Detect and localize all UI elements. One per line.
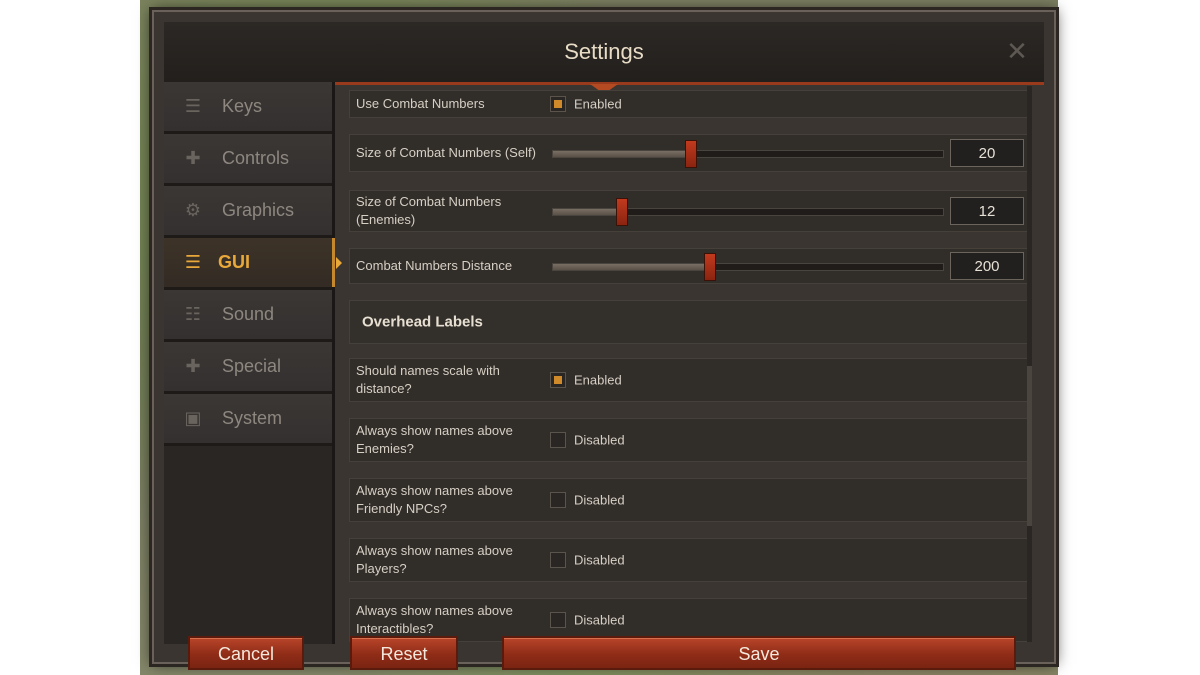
cancel-button[interactable]: Cancel: [188, 636, 304, 670]
slider-fill: [553, 264, 709, 270]
slider-thumb[interactable]: [616, 198, 629, 226]
checkbox-state-label: Enabled: [574, 372, 622, 388]
sidebar-item-label: GUI: [218, 252, 251, 272]
window-title: Settings: [564, 39, 644, 64]
distance-slider[interactable]: [552, 253, 944, 281]
sidebar-item-graphics[interactable]: ⚙ Graphics: [164, 186, 332, 238]
slider-thumb[interactable]: [704, 253, 716, 281]
floppy-icon: ▣: [184, 408, 202, 429]
checkbox-state-label: Disabled: [574, 612, 625, 628]
checkbox-state-label: Disabled: [574, 432, 625, 448]
size-self-row: Size of Combat Numbers (Self) 20: [349, 134, 1029, 172]
sidebar-item-special[interactable]: ✚ Special: [164, 342, 332, 394]
overhead-labels-section: Overhead Labels: [349, 300, 1029, 344]
reset-button[interactable]: Reset: [350, 636, 458, 670]
sidebar-item-label: Special: [222, 356, 282, 376]
size-enemies-slider[interactable]: [552, 198, 944, 226]
size-enemies-row: Size of Combat Numbers (Enemies) 12: [349, 190, 1029, 232]
title-bar: Settings ✕: [164, 22, 1044, 94]
gear-icon: ⚙: [184, 200, 202, 221]
slider-thumb[interactable]: [684, 140, 697, 168]
setting-label: Always show names above Players?: [356, 543, 513, 576]
setting-label: Use Combat Numbers: [356, 96, 485, 111]
distance-value[interactable]: 200: [950, 252, 1024, 280]
size-self-slider[interactable]: [552, 140, 944, 168]
content-scrollbar[interactable]: [1027, 86, 1032, 642]
sidebar-item-label: Sound: [222, 304, 275, 324]
show-friendly-checkbox[interactable]: [550, 492, 566, 508]
size-self-value[interactable]: 20: [950, 139, 1024, 167]
scrollbar-thumb[interactable]: [1027, 366, 1032, 526]
active-caret-icon: [336, 256, 342, 269]
show-players-row: Always show names above Players? Disable…: [349, 538, 1029, 582]
setting-label: Size of Combat Numbers (Self): [356, 145, 536, 160]
settings-content: Use Combat Numbers Enabled Size of Comba…: [344, 86, 1034, 642]
puzzle-icon: ✚: [185, 148, 201, 169]
setting-label: Always show names above Enemies?: [356, 423, 513, 456]
checkbox-state-label: Disabled: [574, 552, 625, 568]
setting-label: Should names scale with distance?: [356, 363, 500, 396]
checkbox-state-label: Disabled: [574, 492, 625, 508]
settings-window: Settings ✕ ☰ Keys ✚ Controls ⚙ Graphics …: [152, 10, 1056, 664]
sidebar-item-label: Controls: [222, 148, 290, 168]
section-title: Overhead Labels: [362, 313, 483, 331]
show-enemies-row: Always show names above Enemies? Disable…: [349, 418, 1029, 462]
show-players-checkbox[interactable]: [550, 552, 566, 568]
sidebar-item-system[interactable]: ▣ System: [164, 394, 332, 446]
sidebar-item-keys[interactable]: ☰ Keys: [164, 82, 332, 134]
show-friendly-row: Always show names above Friendly NPCs? D…: [349, 478, 1029, 522]
sidebar-item-label: System: [222, 408, 283, 428]
show-interactibles-checkbox[interactable]: [550, 612, 566, 628]
sidebar-item-controls[interactable]: ✚ Controls: [164, 134, 332, 186]
setting-label: Combat Numbers Distance: [356, 258, 513, 273]
sidebar-item-gui[interactable]: ☰ GUI: [164, 238, 342, 290]
show-enemies-checkbox[interactable]: [550, 432, 566, 448]
names-scale-checkbox[interactable]: [550, 372, 566, 388]
settings-sidebar: ☰ Keys ✚ Controls ⚙ Graphics ☰ GUI ☷ Sou…: [164, 82, 342, 644]
checkbox-state-label: Enabled: [574, 96, 622, 112]
use-combat-numbers-row: Use Combat Numbers Enabled: [349, 90, 1029, 118]
sidebar-item-sound[interactable]: ☷ Sound: [164, 290, 332, 342]
close-icon[interactable]: ✕: [1004, 38, 1030, 64]
list-icon: ☰: [184, 252, 202, 273]
setting-label: Size of Combat Numbers (Enemies): [356, 194, 502, 227]
setting-label: Always show names above Interactibles?: [356, 603, 513, 636]
sidebar-item-label: Keys: [222, 96, 263, 116]
slider-fill: [553, 209, 622, 215]
puzzle-icon: ✚: [185, 356, 201, 377]
sliders-icon: ☷: [184, 304, 202, 325]
save-button[interactable]: Save: [502, 636, 1016, 670]
hamburger-icon: ☰: [184, 96, 202, 117]
sidebar-item-label: Graphics: [222, 200, 295, 220]
names-scale-row: Should names scale with distance? Enable…: [349, 358, 1029, 402]
setting-label: Always show names above Friendly NPCs?: [356, 483, 513, 516]
slider-fill: [553, 151, 690, 157]
distance-row: Combat Numbers Distance 200: [349, 248, 1029, 284]
use-combat-numbers-checkbox[interactable]: [550, 96, 566, 112]
size-enemies-value[interactable]: 12: [950, 197, 1024, 225]
